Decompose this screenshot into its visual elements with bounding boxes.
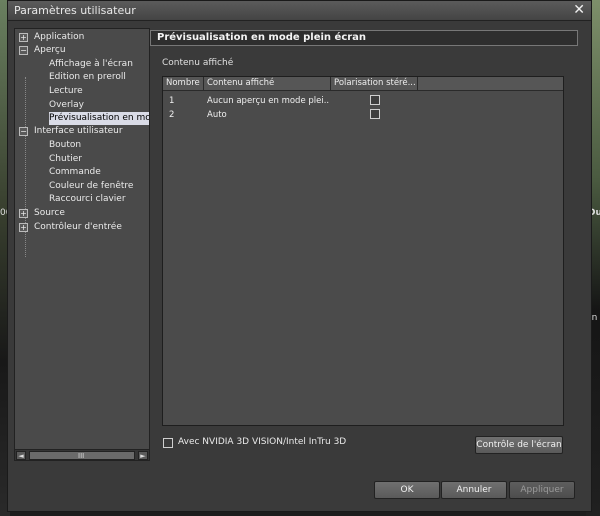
settings-tree[interactable]: + Application − Aperçu Affichage à l'écran Ed… [14,28,150,460]
tree-item[interactable]: − Aperçu [19,44,66,57]
tree-item-label: Contrôleur d'entrée [34,222,122,232]
content-table[interactable]: Nombre Contenu affiché Polarisation stér… [162,76,564,426]
collapse-icon[interactable]: − [19,127,28,136]
row-1-content[interactable]: Aucun aperçu en mode plei... [207,95,329,107]
tree-item[interactable]: Lecture [49,85,83,98]
row-2-polarisation-checkbox[interactable] [370,109,380,119]
scroll-right-arrow-icon[interactable]: ► [138,451,148,460]
row-2-content[interactable]: Auto [207,109,329,121]
tree-item-label: Interface utilisateur [34,126,123,136]
tree-item-label: Chutier [49,154,82,164]
tree-item[interactable]: + Application [19,31,84,44]
collapse-icon[interactable]: − [19,46,28,55]
tree-item-label: Couleur de fenêtre [49,181,134,191]
tree-horizontal-scrollbar[interactable]: ◄ III ► [14,449,150,461]
title-bar[interactable]: Paramètres utilisateur ✕ [8,1,591,21]
nvidia-3d-label[interactable]: Avec NVIDIA 3D VISION/Intel InTru 3D [178,437,346,447]
column-header-filler [418,77,563,91]
tree-item-label: Raccourci clavier [49,194,126,204]
ok-button[interactable]: OK [374,481,440,499]
tree-item[interactable]: Chutier [49,153,82,166]
column-header-polarisation[interactable]: Polarisation stéré... [331,77,418,91]
tree-item[interactable]: Prévisualisation en mo [49,112,150,125]
tree-item[interactable]: Bouton [49,139,81,152]
row-1-number[interactable]: 1 [169,95,174,107]
tree-item-label: Application [34,32,85,42]
tree-item[interactable]: + Contrôleur d'entrée [19,221,122,234]
screen-control-button[interactable]: Contrôle de l'écran [475,436,563,454]
tree-item[interactable]: Raccourci clavier [49,193,126,206]
section-label: Contenu affiché [162,58,234,68]
tree-item[interactable]: Affichage à l'écran [49,58,133,71]
apply-button[interactable]: Appliquer [509,481,575,499]
expand-icon[interactable]: + [19,209,28,218]
panel-header: Prévisualisation en mode plein écran [150,30,578,46]
window-title: Paramètres utilisateur [14,4,136,17]
tree-item-label: Affichage à l'écran [49,59,133,69]
tree-item[interactable]: − Interface utilisateur [19,125,123,138]
tree-item-label: Prévisualisation en mo [49,113,150,123]
tree-item[interactable]: + Source [19,207,65,220]
scroll-left-arrow-icon[interactable]: ◄ [16,451,26,460]
tree-item[interactable]: Commande [49,166,101,179]
tree-item-label: Source [34,208,65,218]
row-2-number[interactable]: 2 [169,109,174,121]
panel-title: Prévisualisation en mode plein écran [157,32,367,43]
tree-item-label: Commande [49,167,101,177]
scrollbar-thumb[interactable]: III [29,451,135,460]
scrollbar-grip-icon: III [78,452,85,460]
tree-item-label: Bouton [49,140,82,150]
tree-item[interactable]: Couleur de fenêtre [49,180,133,193]
close-icon[interactable]: ✕ [573,2,585,18]
column-header-number[interactable]: Nombre [163,77,204,91]
expand-icon[interactable]: + [19,223,28,232]
tree-item-label: Overlay [49,100,84,110]
cancel-button[interactable]: Annuler [441,481,507,499]
tree-item-label: Edition en preroll [49,72,126,82]
tree-item[interactable]: Overlay [49,99,84,112]
tree-item-label: Lecture [49,86,83,96]
row-1-polarisation-checkbox[interactable] [370,95,380,105]
tree-item-label: Aperçu [34,45,66,55]
tree-item[interactable]: Edition en preroll [49,71,126,84]
column-header-content[interactable]: Contenu affiché [204,77,331,91]
expand-icon[interactable]: + [19,33,28,42]
nvidia-3d-checkbox[interactable] [163,438,173,448]
